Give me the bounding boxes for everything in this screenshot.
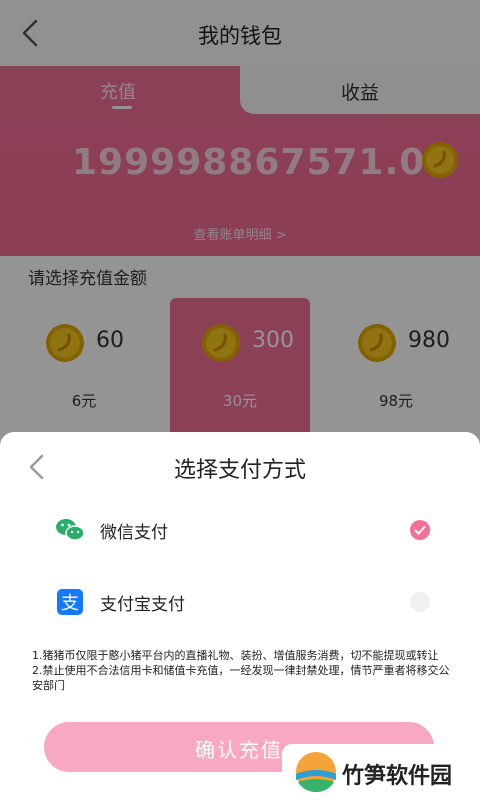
watermark: 竹笋软件园 — [282, 744, 480, 800]
logo-icon — [296, 752, 336, 792]
recharge-notes: 1.猪猪币仅限于憨小猪平台内的直播礼物、装扮、增值服务消费，切不能提现或转让 2… — [32, 648, 452, 693]
payment-option-alipay[interactable]: 支 支付宝支付 — [0, 574, 480, 630]
radio-unselected[interactable] — [410, 592, 430, 612]
note-2: 2.禁止使用不合法信用卡和储值卡充值，一经发现一律封禁处理，情节严重者将移交公安… — [32, 664, 450, 692]
payment-label: 微信支付 — [100, 523, 168, 543]
wechat-icon — [56, 519, 85, 541]
payment-option-wechat[interactable]: 微信支付 — [0, 502, 480, 558]
note-1: 1.猪猪币仅限于憨小猪平台内的直播礼物、装扮、增值服务消费，切不能提现或转让 — [32, 649, 439, 662]
alipay-icon: 支 — [57, 589, 83, 615]
watermark-text: 竹笋软件园 — [342, 764, 453, 789]
check-icon — [414, 526, 426, 535]
payment-label: 支付宝支付 — [100, 595, 185, 615]
payment-sheet-title: 选择支付方式 — [173, 458, 306, 483]
radio-selected[interactable] — [410, 520, 430, 540]
svg-text:支: 支 — [61, 593, 79, 614]
